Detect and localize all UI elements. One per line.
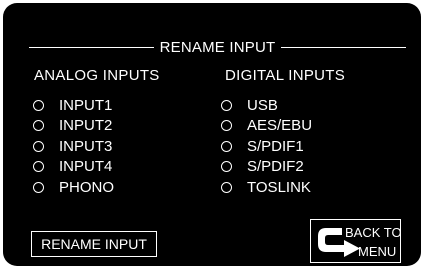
digital-inputs-heading: DIGITAL INPUTS (225, 67, 346, 84)
analog-input-option[interactable]: INPUT2 (33, 116, 114, 137)
radio-icon (33, 181, 44, 193)
digital-inputs-list: USB AES/EBU S/PDIF1 S/PDIF2 TOSLINK (221, 95, 312, 198)
analog-input-option[interactable]: INPUT3 (33, 136, 114, 157)
title-row: RENAME INPUT (29, 36, 406, 58)
analog-inputs-heading: ANALOG INPUTS (34, 67, 160, 84)
option-label: AES/EBU (247, 117, 313, 135)
digital-input-option[interactable]: AES/EBU (221, 116, 312, 137)
radio-icon (33, 140, 44, 152)
radio-icon (221, 99, 232, 111)
option-label: INPUT2 (59, 117, 113, 135)
option-label: USB (247, 96, 278, 114)
radio-icon (221, 181, 232, 193)
option-label: S/PDIF2 (247, 158, 304, 176)
radio-icon (33, 99, 44, 111)
option-label: PHONO (59, 178, 115, 196)
option-label: S/PDIF1 (247, 137, 304, 155)
digital-input-option[interactable]: S/PDIF1 (221, 136, 312, 157)
title-divider-left (29, 46, 154, 48)
radio-icon (221, 140, 232, 152)
option-label: TOSLINK (247, 178, 311, 196)
rename-input-button[interactable]: RENAME INPUT (31, 231, 157, 257)
option-label: INPUT4 (59, 158, 113, 176)
option-label: INPUT3 (59, 137, 113, 155)
option-label: INPUT1 (59, 96, 113, 114)
radio-icon (33, 161, 44, 173)
digital-input-option[interactable]: USB (221, 95, 312, 116)
radio-icon (33, 120, 44, 132)
analog-input-option[interactable]: INPUT1 (33, 95, 114, 116)
radio-icon (221, 120, 232, 132)
analog-input-option[interactable]: INPUT4 (33, 157, 114, 178)
radio-icon (221, 161, 232, 173)
digital-input-option[interactable]: TOSLINK (221, 177, 312, 198)
analog-inputs-list: INPUT1 INPUT2 INPUT3 INPUT4 PHONO (33, 95, 114, 198)
back-label-line2: MENU (358, 244, 397, 259)
back-label-line1: BACK TO (345, 225, 402, 240)
digital-input-option[interactable]: S/PDIF2 (221, 157, 312, 178)
page-title: RENAME INPUT (159, 38, 276, 56)
analog-input-option[interactable]: PHONO (33, 177, 114, 198)
title-divider-right (281, 46, 406, 48)
back-to-menu-button[interactable]: BACK TO MENU (310, 219, 402, 263)
device-screen: RENAME INPUT ANALOG INPUTS DIGITAL INPUT… (3, 3, 421, 266)
